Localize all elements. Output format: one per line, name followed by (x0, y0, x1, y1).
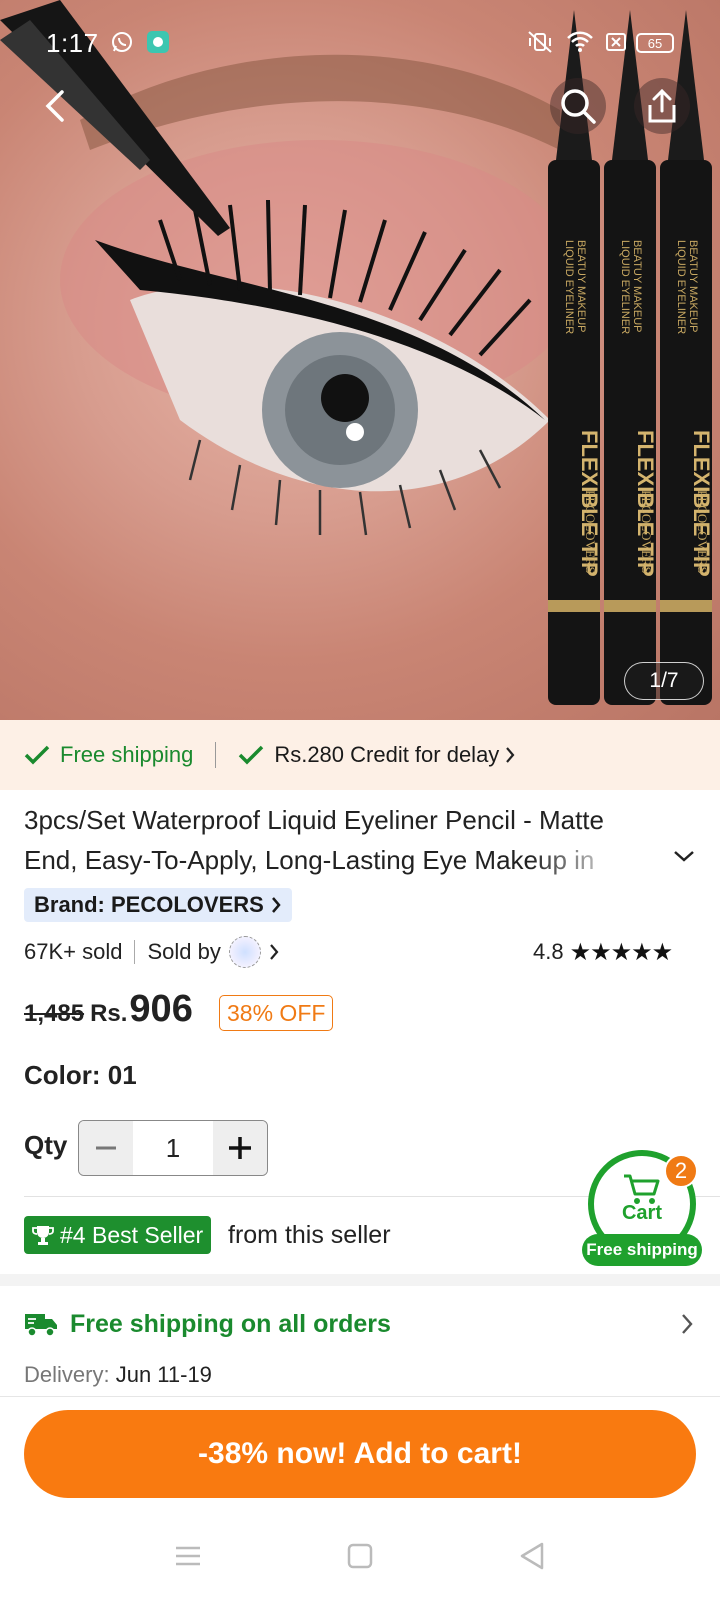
color-selection[interactable]: Color: 01 (24, 1060, 137, 1091)
system-nav-bar (0, 1520, 720, 1600)
vibrate-mute-icon (526, 30, 554, 59)
chevron-right-icon (271, 897, 281, 913)
app-notification-icon (146, 30, 170, 59)
cart-label: Cart (621, 1202, 662, 1224)
cart-icon (624, 1174, 660, 1204)
back-button[interactable] (28, 78, 84, 134)
cart-count-badge: 2 (664, 1154, 698, 1188)
chevron-left-icon (45, 90, 64, 122)
status-time: 1:17 (46, 28, 99, 58)
whatsapp-icon (110, 30, 134, 59)
add-to-cart-button[interactable]: -38% now! Add to cart! (24, 1410, 696, 1498)
pen-2-line1: LIQUID EYELINER (619, 240, 631, 334)
pen-3-line1: LIQUID EYELINER (675, 240, 687, 334)
best-seller-suffix: from this seller (228, 1221, 391, 1249)
delivery-estimate: Delivery: Jun 11-19 (24, 1362, 212, 1388)
product-image-gallery[interactable]: LIQUID EYELINER BEATUY MAKEUP FLEXIBLE T… (0, 0, 720, 720)
delivery-date: Jun 11-19 (115, 1362, 212, 1387)
trophy-icon (32, 1226, 54, 1245)
free-shipping-title: Free shipping on all orders (70, 1309, 391, 1338)
sold-info-row: 67K+ sold Sold by (24, 936, 281, 968)
delay-credit-label: Rs.280 Credit for delay (274, 742, 500, 767)
pen-1-line2: BEATUY MAKEUP (575, 240, 587, 333)
pen-3-brand: PECOLOVERS (695, 490, 710, 574)
sim-icon (604, 30, 628, 59)
sale-price: 906 (129, 988, 193, 1030)
status-bar: 1:17 65 (0, 0, 720, 88)
home-icon[interactable] (344, 1540, 376, 1572)
delivery-label: Delivery: (24, 1362, 110, 1387)
rating-value: 4.8 (533, 939, 564, 964)
sold-count: 67K+ sold (24, 939, 123, 964)
pen-1-brand: PECOLOVERS (583, 490, 598, 574)
wifi-icon (566, 30, 594, 59)
seller-avatar[interactable] (228, 936, 261, 968)
qty-value[interactable]: 1 (133, 1121, 213, 1175)
discount-badge: 38% OFF (219, 995, 334, 1031)
shipping-banner[interactable]: Free shipping Rs.280 Credit for delay (0, 720, 720, 790)
qty-label: Qty (24, 1130, 68, 1160)
shipping-info-row[interactable]: Free shipping on all orders (24, 1306, 391, 1342)
banner-divider (215, 742, 217, 768)
check-icon (24, 745, 50, 765)
best-seller-badge[interactable]: #4 Best Seller (24, 1216, 212, 1254)
pen-3-line2: BEATUY MAKEUP (687, 240, 699, 333)
divider (134, 940, 136, 964)
price-row: 1,485 Rs. 906 (24, 988, 193, 1038)
chevron-right-icon (506, 747, 515, 763)
brand-label: Brand: PECOLOVERS (34, 892, 264, 917)
battery-icon: 65 (636, 33, 674, 53)
currency: Rs. (90, 1000, 128, 1027)
pen-1-line1: LIQUID EYELINER (563, 240, 575, 334)
share-button[interactable] (634, 78, 690, 134)
rating[interactable]: 4.8 ★★★★★ (533, 936, 674, 968)
image-counter: 1/7 (624, 662, 704, 700)
back-triangle-icon[interactable] (516, 1540, 548, 1572)
share-icon (648, 88, 676, 123)
best-seller-label: #4 Best Seller (60, 1221, 204, 1248)
chevron-right-icon[interactable] (680, 1312, 694, 1336)
free-shipping-label: Free shipping (60, 742, 194, 767)
section-gap (0, 1274, 720, 1286)
sold-by-label[interactable]: Sold by (147, 939, 220, 965)
pen-2-line2: BEATUY MAKEUP (631, 240, 643, 333)
brand-link[interactable]: Brand: PECOLOVERS (24, 888, 292, 922)
check-icon (239, 745, 264, 765)
eye-makeup-photo: LIQUID EYELINER BEATUY MAKEUP FLEXIBLE T… (0, 0, 714, 705)
qty-decrease-button[interactable] (79, 1121, 133, 1175)
chevron-down-icon[interactable] (672, 848, 696, 864)
pen-2-brand: PECOLOVERS (639, 490, 654, 574)
title-fade (530, 840, 670, 880)
divider (0, 1396, 720, 1397)
menu-icon[interactable] (172, 1540, 204, 1572)
cart-free-shipping-tag: Free shipping (582, 1234, 702, 1266)
minus-icon (96, 1146, 116, 1150)
rating-stars: ★★★★★ (569, 938, 674, 966)
qty-increase-button[interactable] (213, 1121, 267, 1175)
search-icon (561, 89, 596, 124)
plus-icon (229, 1137, 251, 1159)
floating-cart-button[interactable]: Cart 2 Free shipping (582, 1150, 702, 1266)
truck-icon (25, 1314, 57, 1337)
original-price: 1,485 (24, 1000, 85, 1027)
search-button[interactable] (550, 78, 606, 134)
quantity-stepper: 1 (78, 1120, 268, 1176)
chevron-right-icon[interactable] (267, 942, 281, 962)
